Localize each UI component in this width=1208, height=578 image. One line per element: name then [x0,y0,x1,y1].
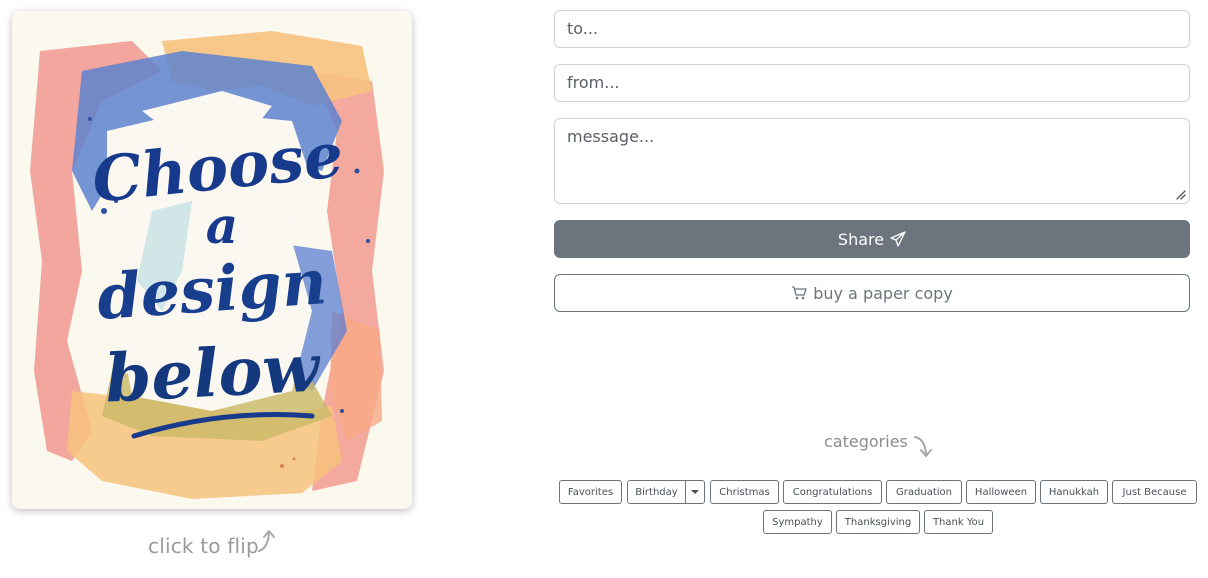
category-just-because[interactable]: Just Because [1112,480,1197,504]
category-hanukkah[interactable]: Hanukkah [1040,480,1108,504]
share-button[interactable]: Share [554,220,1190,258]
category-thanksgiving[interactable]: Thanksgiving [836,510,920,534]
category-thank-you[interactable]: Thank You [924,510,993,534]
from-placeholder: from... [567,73,620,92]
curved-arrow-down-icon [914,436,932,457]
categories-title: categories [824,432,908,451]
to-placeholder: to... [567,19,599,38]
card-line-2: a [206,196,238,255]
caret-down-icon [691,490,699,494]
paper-plane-icon [890,231,906,247]
from-input[interactable]: from... [554,64,1190,102]
cart-icon [792,286,807,300]
card-line-4: below [103,328,323,417]
category-graduation[interactable]: Graduation [886,480,962,504]
card-preview[interactable]: Choose a design below [12,11,412,509]
card-artwork: Choose a design below [12,11,412,509]
to-input[interactable]: to... [554,10,1190,48]
buy-label: buy a paper copy [813,283,953,303]
category-halloween[interactable]: Halloween [966,480,1036,504]
category-congratulations[interactable]: Congratulations [783,480,882,504]
flip-hint: click to flip [148,534,259,558]
category-christmas[interactable]: Christmas [710,480,779,504]
category-favorites[interactable]: Favorites [559,480,622,504]
buy-paper-copy-button[interactable]: buy a paper copy [554,274,1190,312]
curved-arrow-up-icon [258,530,275,552]
category-sympathy[interactable]: Sympathy [763,510,832,534]
message-placeholder: message... [567,127,655,146]
message-textarea[interactable]: message... [554,118,1190,204]
share-label: Share [837,229,885,249]
category-birthday[interactable]: Birthday [627,480,686,504]
resize-grip-icon[interactable] [1174,188,1186,200]
birthday-dropdown-toggle[interactable] [685,480,705,504]
